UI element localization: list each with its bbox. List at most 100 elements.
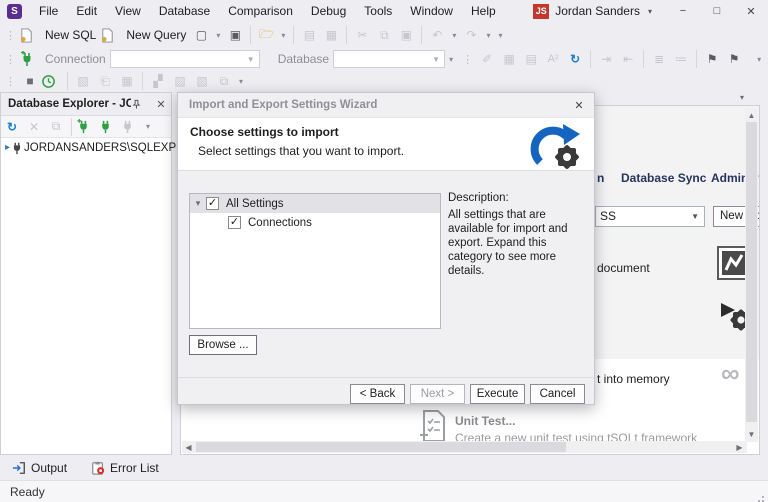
tree-item-connections[interactable]: ✓ Connections: [190, 213, 440, 232]
comment-icon[interactable]: ≣: [648, 52, 670, 66]
menu-window[interactable]: Window: [401, 0, 462, 22]
execute-button[interactable]: Execute: [470, 384, 525, 404]
paste-icon[interactable]: ▣: [395, 28, 417, 42]
start-page-combobox-caret-icon[interactable]: ▼: [691, 207, 699, 226]
tree-item-all-settings[interactable]: ▾ ✓ All Settings: [190, 194, 440, 213]
explorer-duplicate-icon[interactable]: ⧉: [45, 119, 67, 134]
format-document-icon[interactable]: ✐: [476, 52, 498, 66]
uncomment-icon[interactable]: ≔: [670, 52, 692, 66]
scroll-left-icon[interactable]: ◀: [182, 443, 195, 452]
tab-error-list[interactable]: Error List: [79, 455, 171, 480]
database-combobox-caret-icon[interactable]: ▼: [428, 55, 444, 64]
all-settings-checkbox[interactable]: ✓: [206, 197, 219, 210]
explorer-disconnect-icon[interactable]: [120, 119, 142, 134]
user-avatar[interactable]: JS: [533, 3, 550, 19]
menu-view[interactable]: View: [106, 0, 150, 22]
dialog-close-icon[interactable]: ✕: [564, 99, 594, 112]
toolbar-grip[interactable]: ⋮: [457, 53, 476, 66]
tab-output[interactable]: Output: [0, 455, 79, 480]
tab-partial[interactable]: n: [597, 171, 604, 185]
tree-collapse-caret-icon[interactable]: ▾: [190, 198, 206, 209]
query-profiler-icon[interactable]: ▧: [72, 74, 94, 88]
toolbar-overflow-caret-icon[interactable]: ▾: [235, 77, 247, 86]
pivot-table-icon[interactable]: ▦: [116, 74, 138, 88]
undo-caret-icon[interactable]: ▾: [448, 31, 460, 40]
resize-grip[interactable]: [762, 496, 764, 498]
cut-icon[interactable]: ✂: [351, 28, 373, 42]
scroll-up-icon[interactable]: ▲: [745, 111, 758, 120]
unit-test-title[interactable]: Unit Test...: [455, 414, 515, 428]
master-detail-icon[interactable]: ⧉: [213, 74, 235, 89]
refresh-icon[interactable]: ↻: [564, 52, 586, 66]
new-connection-icon[interactable]: [19, 51, 41, 67]
save-icon[interactable]: ▤: [298, 28, 320, 42]
connection-combobox[interactable]: ▼: [109, 50, 260, 68]
toolbar-grip[interactable]: ⋮: [0, 75, 19, 88]
toolbar-grip[interactable]: ⋮: [0, 53, 19, 66]
document-overflow-caret-icon[interactable]: ▾: [740, 93, 744, 102]
code-folding-icon[interactable]: ▤: [520, 52, 542, 66]
horizontal-scrollbar-thumb[interactable]: [196, 442, 566, 452]
menu-database[interactable]: Database: [150, 0, 219, 22]
redo-icon[interactable]: ↷: [460, 28, 482, 42]
menu-tools[interactable]: Tools: [355, 0, 401, 22]
new-sql-button[interactable]: New SQL: [41, 28, 100, 42]
new-query-button[interactable]: New Query: [122, 28, 190, 42]
diagram-icon[interactable]: ▨: [169, 74, 191, 88]
explorer-new-connection-icon[interactable]: [76, 119, 98, 134]
database-caret-icon[interactable]: ▾: [445, 55, 457, 64]
menu-file[interactable]: File: [30, 0, 67, 22]
vertical-scrollbar-thumb[interactable]: [746, 122, 757, 422]
vertical-scrollbar[interactable]: ▲ ▼: [745, 108, 758, 442]
word-case-icon[interactable]: A²: [542, 53, 564, 65]
menu-debug[interactable]: Debug: [302, 0, 355, 22]
link-tile-icon[interactable]: ∞: [721, 358, 740, 389]
cancel-button[interactable]: Cancel: [530, 384, 585, 404]
back-button[interactable]: < Back: [350, 384, 405, 404]
undo-icon[interactable]: ↶: [426, 28, 448, 42]
maximize-button[interactable]: □: [700, 0, 734, 22]
user-name[interactable]: Jordan Sanders: [555, 4, 640, 18]
start-page-connection-combobox[interactable]: SS ▼: [595, 206, 705, 227]
browse-button[interactable]: Browse ...: [189, 335, 257, 355]
explorer-delete-icon[interactable]: ✕: [23, 120, 45, 134]
minimize-button[interactable]: −: [666, 0, 700, 22]
open-file-icon[interactable]: 🗁: [255, 25, 277, 46]
new-document-icon[interactable]: ▢: [190, 28, 212, 42]
horizontal-scrollbar[interactable]: ◀ ▶: [182, 441, 747, 453]
menu-comparison[interactable]: Comparison: [219, 0, 302, 22]
copy-icon[interactable]: ⧉: [373, 28, 395, 43]
toolbar-grip[interactable]: ⋮: [0, 29, 19, 42]
bookmark-icon[interactable]: ⚑: [701, 52, 723, 66]
explorer-refresh-icon[interactable]: ↻: [1, 120, 23, 134]
next-bookmark-icon[interactable]: ⚑: [723, 52, 745, 66]
pin-icon[interactable]: [131, 99, 151, 110]
save-all-icon[interactable]: ▦: [320, 28, 342, 42]
query-builder-icon[interactable]: ▞: [147, 74, 169, 88]
tab-database-sync[interactable]: Database Sync: [621, 171, 706, 185]
scroll-down-icon[interactable]: ▼: [745, 430, 758, 439]
new-document-caret-icon[interactable]: ▾: [212, 31, 224, 40]
new-window-icon[interactable]: ▣: [224, 28, 246, 42]
next-button[interactable]: Next >: [410, 384, 465, 404]
explorer-connect-icon[interactable]: [98, 119, 120, 134]
explorer-overflow-caret-icon[interactable]: ▾: [142, 122, 154, 131]
snippet-icon[interactable]: ▦: [498, 52, 520, 66]
data-reports-icon[interactable]: ▧: [191, 74, 213, 88]
unit-test-tile-icon[interactable]: [418, 409, 446, 443]
close-button[interactable]: ✕: [734, 0, 768, 22]
toolbar-overflow-caret-icon[interactable]: ▾: [753, 55, 765, 64]
panel-close-icon[interactable]: ✕: [151, 98, 171, 111]
stop-icon[interactable]: ■: [19, 74, 41, 88]
database-explorer-header[interactable]: Database Explorer - JOR... ✕: [1, 93, 171, 116]
dialog-title-bar[interactable]: Import and Export Settings Wizard ✕: [178, 93, 594, 117]
indent-increase-icon[interactable]: ⇥: [595, 52, 617, 66]
user-menu-caret-icon[interactable]: ▾: [648, 7, 652, 16]
toolbar-overflow-caret-icon[interactable]: ▾: [494, 31, 506, 40]
indent-decrease-icon[interactable]: ⇤: [617, 52, 639, 66]
open-file-caret-icon[interactable]: ▾: [277, 31, 289, 40]
menu-edit[interactable]: Edit: [67, 0, 106, 22]
menu-help[interactable]: Help: [462, 0, 505, 22]
database-combobox[interactable]: ▼: [333, 50, 446, 68]
server-tree-item[interactable]: ▸ JORDANSANDERS\SQLEXPRESS: [1, 138, 207, 157]
